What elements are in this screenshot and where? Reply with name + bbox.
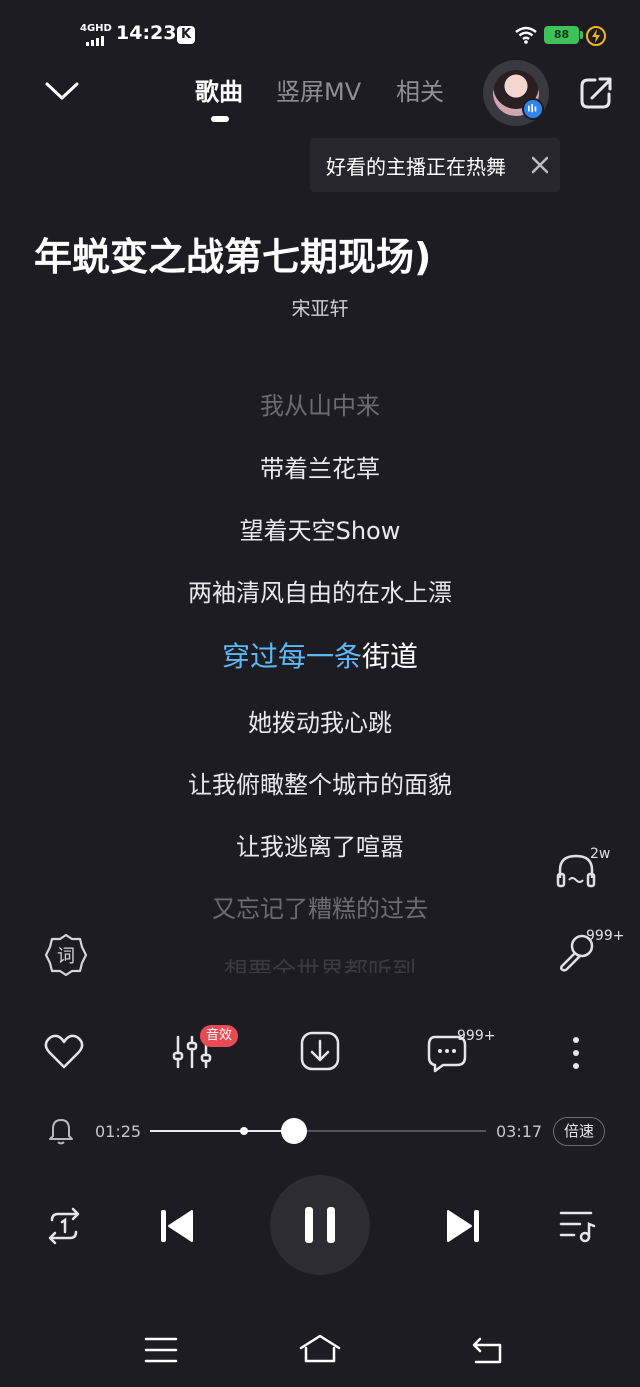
live-icon bbox=[522, 98, 544, 120]
chevron-down-icon[interactable] bbox=[44, 78, 80, 104]
lyric-line[interactable]: 两袖清风自由的在水上漂 bbox=[0, 573, 640, 608]
progress-fill bbox=[150, 1130, 295, 1132]
home-icon[interactable] bbox=[298, 1333, 342, 1365]
lyric-sung-part: 穿过每一条 bbox=[221, 640, 362, 673]
lyric-line-active[interactable]: 穿过每一条街道 bbox=[0, 635, 640, 675]
comment-count: 999+ bbox=[457, 1028, 496, 1044]
song-title: 年蜕变之战第七期现场) bbox=[34, 235, 432, 279]
lyric-line[interactable]: 让我俯瞰整个城市的面貌 bbox=[0, 765, 640, 800]
previous-icon[interactable] bbox=[158, 1206, 196, 1246]
share-icon[interactable] bbox=[578, 75, 614, 111]
lyric-line[interactable]: 带着兰花草 bbox=[0, 449, 640, 484]
current-time: 01:25 bbox=[95, 1122, 142, 1141]
playlist-icon[interactable] bbox=[558, 1206, 598, 1246]
battery-indicator: 88 bbox=[544, 26, 579, 44]
signal-icon bbox=[86, 36, 104, 46]
promo-tooltip-text: 好看的主播正在热舞 bbox=[326, 155, 506, 179]
progress-thumb[interactable] bbox=[281, 1118, 308, 1144]
battery-tip bbox=[580, 31, 583, 39]
sound-effect-badge: 音效 bbox=[200, 1025, 239, 1047]
artist-name[interactable]: 宋亚轩 bbox=[0, 294, 640, 321]
total-time: 03:17 bbox=[496, 1122, 543, 1141]
tab-related[interactable]: 相关 bbox=[396, 72, 444, 107]
lyric-line[interactable]: 她拨动我心跳 bbox=[0, 703, 640, 738]
close-icon[interactable] bbox=[530, 155, 550, 175]
pause-icon bbox=[305, 1207, 335, 1243]
download-icon[interactable] bbox=[300, 1031, 340, 1071]
menu-icon[interactable] bbox=[144, 1336, 178, 1364]
bell-icon[interactable] bbox=[48, 1117, 74, 1145]
next-icon[interactable] bbox=[444, 1206, 482, 1246]
lyric-line[interactable]: 又忘记了糟糕的过去 bbox=[0, 889, 640, 924]
status-bar: 4GHD 14:23 K 88 bbox=[0, 0, 640, 70]
lyric-settings-label: 词 bbox=[57, 946, 75, 967]
charging-icon bbox=[586, 26, 606, 46]
more-icon[interactable] bbox=[566, 1034, 586, 1072]
listen-count: 2w bbox=[590, 846, 611, 862]
lyric-unsung-part: 街道 bbox=[362, 640, 419, 673]
network-indicator: 4GHD bbox=[80, 23, 112, 34]
back-icon[interactable] bbox=[470, 1335, 506, 1365]
tab-vertical-mv[interactable]: 竖屏MV bbox=[276, 72, 361, 107]
lyric-line[interactable]: 想要全世界都听到 bbox=[0, 951, 640, 973]
app-notification-icon: K bbox=[177, 26, 195, 44]
heart-icon[interactable] bbox=[43, 1033, 85, 1071]
lyric-line[interactable]: 我从山中来 bbox=[0, 386, 640, 421]
repeat-one-icon[interactable] bbox=[44, 1206, 84, 1246]
tab-indicator bbox=[211, 116, 229, 122]
wifi-icon bbox=[515, 26, 537, 44]
progress-marker bbox=[240, 1127, 248, 1135]
status-time: 14:23 bbox=[116, 22, 177, 44]
lyric-settings-icon[interactable]: 词 bbox=[44, 933, 88, 977]
tab-song[interactable]: 歌曲 bbox=[195, 72, 243, 107]
karaoke-count: 999+ bbox=[586, 928, 625, 944]
lyric-line[interactable]: 让我逃离了喧嚣 bbox=[0, 827, 640, 862]
lyric-line[interactable]: 望着天空Show bbox=[0, 511, 640, 546]
speed-button[interactable]: 倍速 bbox=[553, 1117, 605, 1146]
